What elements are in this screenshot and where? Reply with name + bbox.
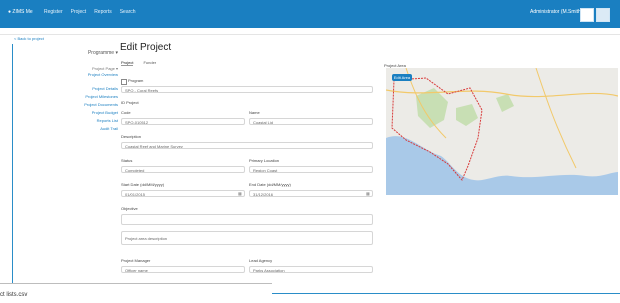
sidenav-link-milestones[interactable]: Project Milestones (58, 93, 122, 101)
program-select[interactable]: SPO - Coral Reefs (121, 86, 373, 93)
tab-project[interactable]: Project (121, 60, 134, 66)
description-input[interactable]: Coastal Reef and Marine Survey (121, 142, 373, 149)
code-label: Code (121, 110, 131, 115)
sidenav-link-audit[interactable]: Audit Trail (58, 125, 122, 133)
logo-mark-left (580, 8, 594, 22)
page-title: Edit Project (120, 42, 172, 53)
brand-logo[interactable]: ● ZIMS Me (8, 9, 33, 15)
start-date-label: Start Date (dd/MM/yyyy) (121, 182, 165, 187)
main-nav: Register Project Reports Search (44, 9, 136, 15)
lead-agency-label: Lead Agency (249, 258, 273, 263)
project-manager-select[interactable]: Officer name (121, 266, 245, 273)
sidenav-link-reports[interactable]: Reports List (58, 117, 122, 125)
nav-item-reports[interactable]: Reports (94, 9, 112, 15)
download-bar: ct lists.csv (0, 283, 272, 303)
logo-mark-right (596, 8, 610, 22)
project-manager-label: Project Manager (121, 258, 151, 263)
end-date-label: End Date (dd/MM/yyyy) (249, 182, 291, 187)
map-canvas (386, 68, 618, 195)
objective-textarea[interactable] (121, 214, 373, 225)
nav-item-search[interactable]: Search (120, 9, 136, 15)
name-input[interactable]: Coastal Lid (249, 118, 373, 125)
program-label: Program (128, 78, 144, 83)
sidenav-link-documents[interactable]: Project Documents (58, 101, 122, 109)
calendar-icon[interactable]: ▦ (366, 191, 370, 196)
breadcrumb[interactable]: < Back to project (14, 36, 44, 41)
download-filename[interactable]: ct lists.csv (0, 292, 27, 298)
primary-location-select[interactable]: Region Coast (249, 166, 373, 173)
status-select[interactable]: Completed (121, 166, 245, 173)
form-tabs: Project Funder (121, 60, 156, 66)
sidenav-link-budget[interactable]: Project Budget (58, 109, 122, 117)
edit-area-button[interactable]: Edit Area (392, 74, 412, 81)
name-label: Name (249, 110, 260, 115)
calendar-icon[interactable]: ▦ (238, 191, 242, 196)
agency-logo (580, 5, 614, 23)
start-date-input[interactable]: 01/01/2015 (121, 190, 245, 197)
status-label: Status (121, 158, 133, 163)
sidenav-link-overview[interactable]: Project Overview (58, 71, 122, 79)
nav-item-project[interactable]: Project (71, 9, 87, 15)
sidenav-heading[interactable]: Programme ▾ (58, 50, 122, 56)
sidenav-link-details[interactable]: Project Details (58, 85, 122, 93)
tab-funder[interactable]: Funder (143, 60, 156, 66)
header-divider (0, 34, 620, 35)
objective-label: Objective (121, 206, 138, 211)
project-area-map[interactable] (386, 68, 618, 195)
id-project-label: ID Project (121, 100, 139, 105)
content-frame-bottom (272, 293, 620, 294)
primary-location-label: Primary Location (249, 158, 280, 163)
description-label: Description (121, 134, 142, 139)
end-date-input[interactable]: 31/12/2016 (249, 190, 373, 197)
project-description-textarea[interactable]: Project area description (121, 231, 373, 245)
user-menu[interactable]: Administrator (M.Smith) (530, 9, 583, 15)
code-input[interactable]: SPO-010512 (121, 118, 245, 125)
top-navbar: ● ZIMS Me Register Project Reports Searc… (0, 0, 620, 28)
program-checkbox[interactable] (121, 79, 127, 85)
side-navigation: Programme ▾ Project Page ▾ Project Overv… (58, 48, 122, 133)
lead-agency-select[interactable]: Parks Association (249, 266, 373, 273)
nav-item-register[interactable]: Register (44, 9, 63, 15)
